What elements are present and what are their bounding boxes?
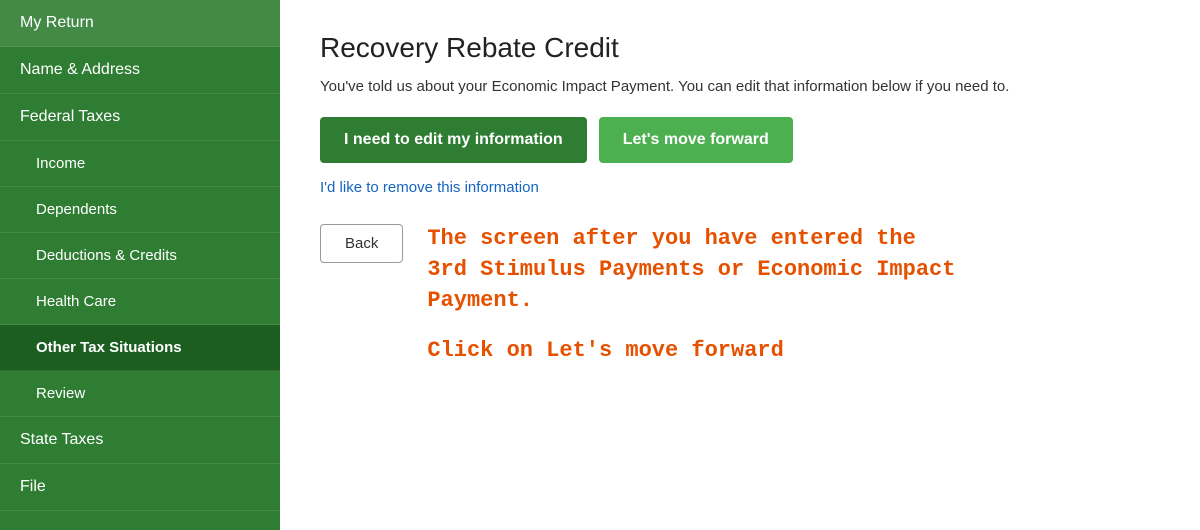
- sidebar: My ReturnName & AddressFederal TaxesInco…: [0, 0, 280, 530]
- sidebar-item-name-address[interactable]: Name & Address: [0, 47, 280, 94]
- sidebar-item-my-return[interactable]: My Return: [0, 0, 280, 47]
- annotation-block: The screen after you have entered the 3r…: [427, 224, 955, 367]
- sidebar-item-review[interactable]: Review: [0, 371, 280, 417]
- sidebar-item-dependents[interactable]: Dependents: [0, 187, 280, 233]
- move-forward-button[interactable]: Let's move forward: [599, 117, 793, 163]
- back-button[interactable]: Back: [320, 224, 403, 263]
- back-section: Back The screen after you have entered t…: [320, 224, 1160, 367]
- sidebar-item-health-care[interactable]: Health Care: [0, 279, 280, 325]
- subtitle-text: You've told us about your Economic Impac…: [320, 78, 1160, 95]
- sidebar-item-other-tax-situations[interactable]: Other Tax Situations: [0, 325, 280, 371]
- sidebar-item-federal-taxes[interactable]: Federal Taxes: [0, 94, 280, 141]
- sidebar-item-state-taxes[interactable]: State Taxes: [0, 417, 280, 464]
- sidebar-item-deductions-credits[interactable]: Deductions & Credits: [0, 233, 280, 279]
- edit-information-button[interactable]: I need to edit my information: [320, 117, 587, 163]
- sidebar-item-file[interactable]: File: [0, 464, 280, 511]
- page-title: Recovery Rebate Credit: [320, 32, 1160, 64]
- main-content: Recovery Rebate Credit You've told us ab…: [280, 0, 1200, 530]
- sidebar-item-income[interactable]: Income: [0, 141, 280, 187]
- remove-information-link[interactable]: I'd like to remove this information: [320, 179, 1160, 196]
- action-buttons: I need to edit my information Let's move…: [320, 117, 1160, 163]
- annotation-cta: Click on Let's move forward: [427, 336, 955, 367]
- annotation-text-1: The screen after you have entered the 3r…: [427, 224, 955, 316]
